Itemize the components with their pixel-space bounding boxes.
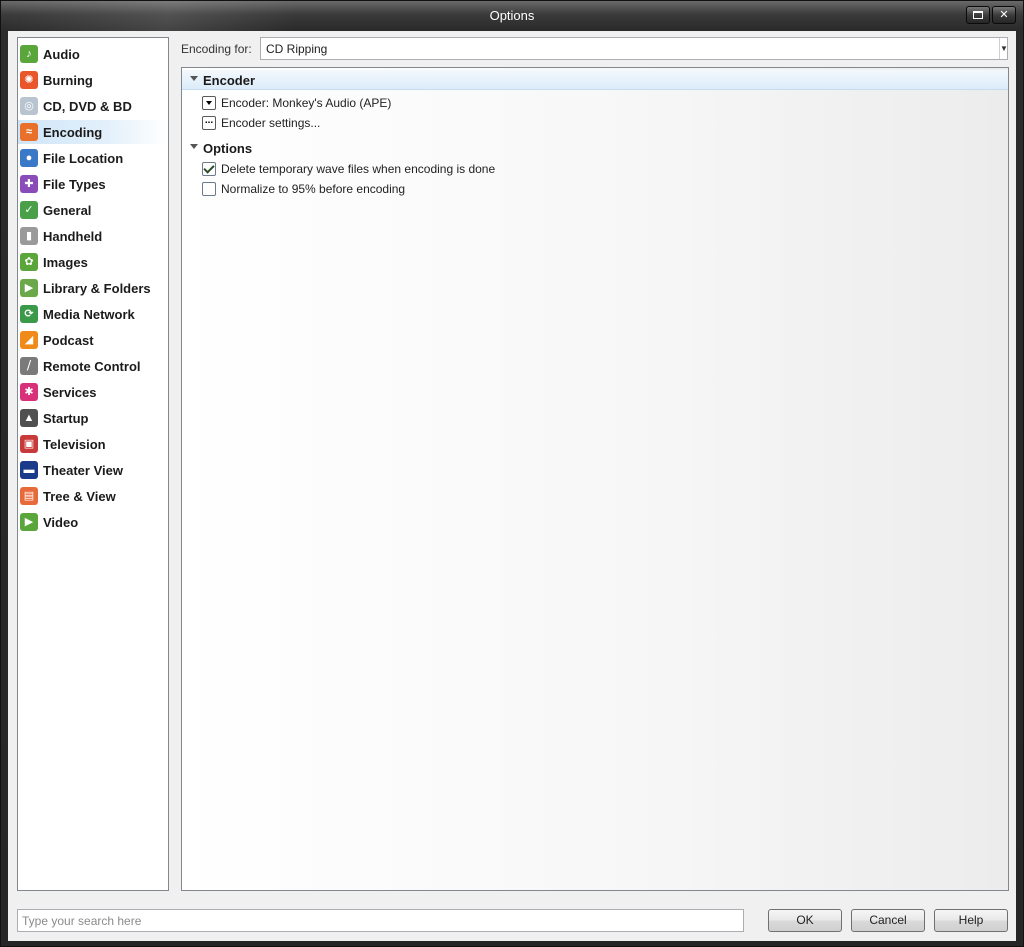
encoder-settings-label: Encoder settings... [221,116,321,130]
sidebar-item[interactable]: ▮ Handheld [18,224,168,248]
disc-icon: ◎ [20,97,38,115]
rss-icon: ◢ [20,331,38,349]
ellipsis-icon[interactable]: ... [202,116,216,130]
chart-icon: ✓ [20,201,38,219]
normalize-label: Normalize to 95% before encoding [221,182,406,196]
sidebar-item-label: Images [43,255,88,270]
waveform-icon: ≈ [20,123,38,141]
ok-button[interactable]: OK [768,909,842,932]
maximize-button[interactable] [966,6,990,24]
dropdown-arrow-icon[interactable] [202,96,216,110]
sidebar-item[interactable]: ▤ Tree & View [18,484,168,508]
encoder-choice-label: Encoder: Monkey's Audio (APE) [221,96,392,110]
remote-icon: ⧸ [20,357,38,375]
sidebar-item-label: Tree & View [43,489,116,504]
theater-icon: ▬ [20,461,38,479]
sidebar-item[interactable]: ⧸ Remote Control [18,354,168,378]
image-icon: ✿ [20,253,38,271]
sidebar-item-label: CD, DVD & BD [43,99,132,114]
sidebar-item[interactable]: ✺ Burning [18,68,168,92]
library-icon: ▶ [20,279,38,297]
category-list[interactable]: ♪ Audio ✺ Burning ◎ CD, DVD & BD ≈ Encoding ● Fil… [17,37,169,891]
sidebar-item[interactable]: ✱ Services [18,380,168,404]
sidebar-item-label: General [43,203,92,218]
globe-icon: ● [20,149,38,167]
sidebar-item[interactable]: ◢ Podcast [18,328,168,352]
sidebar-item-label: Audio [43,47,80,62]
sidebar-item[interactable]: ✚ File Types [18,172,168,196]
close-icon: ✕ [999,9,1009,21]
network-icon: ⟳ [20,305,38,323]
chevron-down-icon[interactable]: ▼ [999,38,1008,59]
sidebar-item[interactable]: ⟳ Media Network [18,302,168,326]
collapse-caret-icon[interactable] [190,76,198,81]
dialog-client-area: ♪ Audio ✺ Burning ◎ CD, DVD & BD ≈ Encoding ● Fil… [8,31,1016,941]
sidebar-item[interactable]: ✿ Images [18,250,168,274]
sidebar-item-label: File Types [43,177,106,192]
sidebar-item-label: Television [43,437,106,452]
options-window: Options ✕ ♪ Audio ✺ Burning ◎ CD, DVD & BD ≈ En… [0,0,1024,947]
startup-icon: ▲ [20,409,38,427]
normalize-row[interactable]: Normalize to 95% before encoding [202,180,405,198]
window-title: Options [489,8,535,23]
sidebar-item-label: Encoding [43,125,103,140]
collapse-caret-icon[interactable] [190,144,198,149]
audio-icon: ♪ [20,45,38,63]
sidebar-item[interactable]: ▶ Video [18,510,168,534]
maximize-icon [973,11,983,19]
settings-panel: Encoder Encoder: Monkey's Audio (APE) ..… [181,67,1009,891]
encoding-for-dropdown[interactable]: CD Ripping ▼ [260,37,1008,60]
sidebar-item[interactable]: ▣ Television [18,432,168,456]
encoder-section-title: Encoder [203,73,256,88]
sidebar-item[interactable]: ◎ CD, DVD & BD [18,94,168,118]
sidebar-item-label: Startup [43,411,89,426]
delete-temp-label: Delete temporary wave files when encodin… [221,162,496,176]
device-icon: ▮ [20,227,38,245]
title-bar[interactable]: Options ✕ [1,1,1023,31]
video-icon: ▶ [20,513,38,531]
search-input[interactable] [18,910,743,931]
encoding-for-label: Encoding for: [181,42,252,56]
close-button[interactable]: ✕ [992,6,1016,24]
options-section-header[interactable]: Options [182,138,1008,158]
sidebar-item-label: Burning [43,73,93,88]
search-field[interactable] [17,909,744,932]
normalize-checkbox[interactable] [202,182,216,196]
encoder-choice-row[interactable]: Encoder: Monkey's Audio (APE) [202,94,391,112]
tree-view-icon: ▤ [20,487,38,505]
help-button[interactable]: Help [934,909,1008,932]
sidebar-item-label: Podcast [43,333,94,348]
sidebar-item-label: Media Network [43,307,135,322]
sidebar-item-label: Video [43,515,79,530]
delete-temp-row[interactable]: Delete temporary wave files when encodin… [202,160,495,178]
flame-icon: ✺ [20,71,38,89]
tv-icon: ▣ [20,435,38,453]
services-icon: ✱ [20,383,38,401]
sidebar-item-label: Handheld [43,229,103,244]
sidebar-item[interactable]: ✓ General [18,198,168,222]
sidebar-item[interactable]: ▶ Library & Folders [18,276,168,300]
delete-temp-checkbox[interactable] [202,162,216,176]
options-section-title: Options [203,141,253,156]
sidebar-item-label: Remote Control [43,359,141,374]
sidebar-item[interactable]: ▲ Startup [18,406,168,430]
sidebar-item-label: Theater View [43,463,123,478]
puzzle-icon: ✚ [20,175,38,193]
sidebar-item[interactable]: ♪ Audio [18,42,168,66]
encoder-section-header[interactable]: Encoder [182,70,1008,90]
sidebar-item-label: File Location [43,151,124,166]
sidebar-item-label: Library & Folders [43,281,151,296]
sidebar-item[interactable]: ▬ Theater View [18,458,168,482]
encoding-for-value: CD Ripping [266,42,328,56]
cancel-button[interactable]: Cancel [851,909,925,932]
sidebar-item-label: Services [43,385,97,400]
sidebar-item[interactable]: ≈ Encoding [18,120,168,144]
encoder-settings-row[interactable]: ... Encoder settings... [202,114,320,132]
sidebar-item[interactable]: ● File Location [18,146,168,170]
